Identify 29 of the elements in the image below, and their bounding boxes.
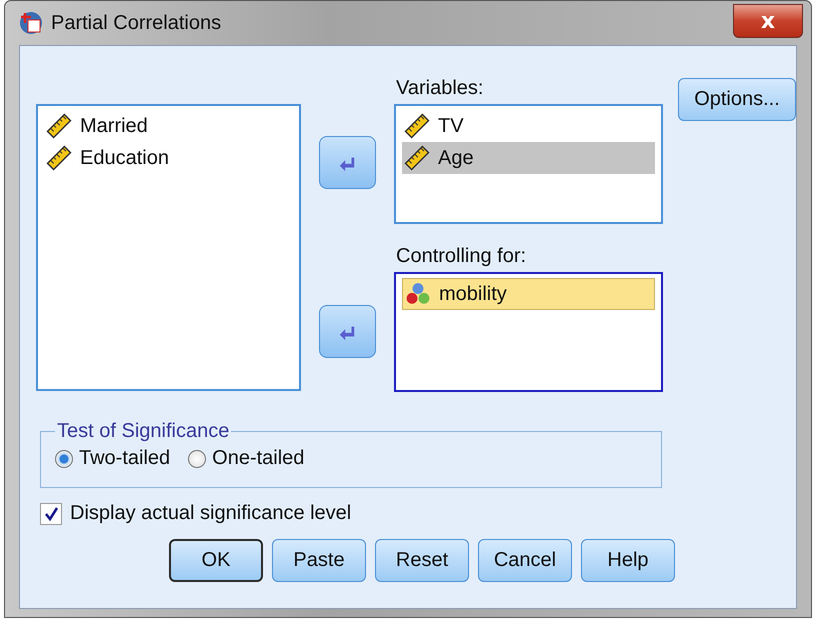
dialog-button[interactable]: Cancel — [478, 539, 572, 582]
move-control-button[interactable] — [318, 305, 376, 358]
controlling-list[interactable]: mobility — [394, 272, 663, 392]
dialog-button[interactable]: Help — [581, 539, 675, 582]
radio-option[interactable]: Two-tailed — [55, 447, 170, 470]
radio-option[interactable]: One-tailed — [188, 447, 304, 470]
options-button[interactable]: Options... — [678, 78, 796, 121]
variables-label: Variables: — [395, 76, 484, 101]
move-variable-button[interactable] — [318, 136, 376, 189]
radio-icon[interactable] — [188, 450, 206, 468]
close-button[interactable]: x — [733, 4, 803, 38]
window-title: Partial Correlations — [51, 12, 222, 34]
variable-item[interactable]: Age — [402, 142, 655, 174]
source-variable-list[interactable]: Married Education — [36, 104, 301, 391]
variable-item[interactable]: Married — [44, 110, 293, 142]
checkbox[interactable] — [40, 502, 62, 524]
dialog-button[interactable]: Reset — [375, 539, 469, 582]
app-icon — [19, 11, 43, 35]
variable-item[interactable]: TV — [402, 110, 655, 142]
ruler-icon — [404, 145, 430, 171]
controlling-label: Controlling for: — [395, 244, 528, 269]
variable-item[interactable]: mobility — [402, 278, 655, 310]
checkbox-option[interactable]: Display actual significance level — [40, 502, 796, 525]
dialog-button[interactable]: OK — [169, 539, 263, 582]
variable-item[interactable]: Education — [44, 142, 293, 174]
radio-icon[interactable] — [55, 450, 73, 468]
variables-list[interactable]: TV Age — [394, 104, 663, 224]
group-title: Test of Significance — [56, 420, 230, 443]
dialog-button[interactable]: Paste — [272, 539, 366, 582]
